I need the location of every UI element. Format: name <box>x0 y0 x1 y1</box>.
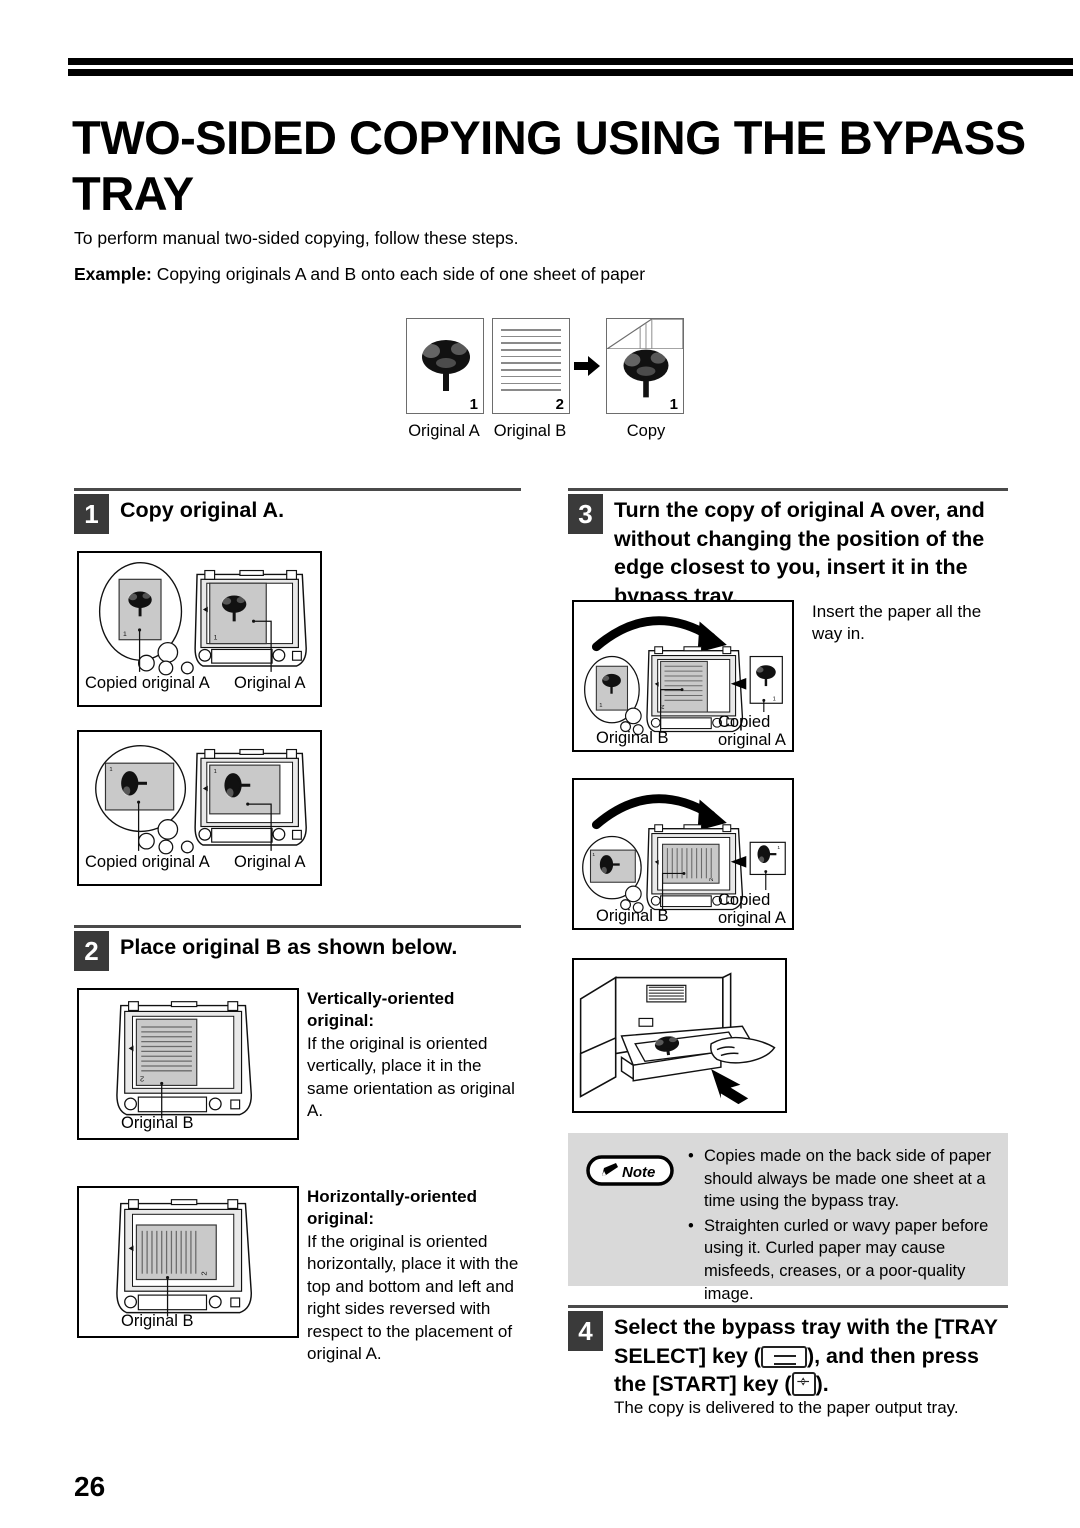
tree-icon <box>422 340 470 391</box>
figure-caption-original-b: Original B <box>121 1312 194 1330</box>
figure-caption-original-b: Original B <box>596 729 669 747</box>
note-item: Straighten curled or wavy paper before u… <box>686 1215 998 1305</box>
figure-caption-copied-original-a: Copied original A <box>85 674 210 692</box>
figure-original-b-vertical: 2 Original B <box>77 988 299 1140</box>
step-rule <box>568 488 1008 491</box>
svg-text:2: 2 <box>661 703 664 709</box>
sheet-corner-number: 1 <box>669 396 678 413</box>
svg-text:1: 1 <box>109 767 112 773</box>
note-badge: Note <box>586 1155 674 1186</box>
tray-select-key-icon <box>760 1345 807 1368</box>
figure-flip-insert-vertical: 1 2 1 Original B Copied original A <box>572 600 794 752</box>
note-box: Note Copies made on the back side of pap… <box>568 1133 1008 1303</box>
svg-text:2: 2 <box>200 1271 209 1275</box>
step-rule <box>568 1305 1008 1308</box>
vertical-original-lead: Vertically-oriented original: <box>307 989 455 1031</box>
figure-caption-original-a: Original A <box>234 853 306 871</box>
diagram-sheet-original-b: 2 <box>492 318 570 414</box>
sheet-corner-number: 1 <box>469 396 478 413</box>
figure-flip-insert-horizontal: 1 2 1 Original B Copied original A <box>572 778 794 930</box>
figure-caption-copied-original-a: Copied original A <box>718 891 786 928</box>
sheet-corner-number: 2 <box>555 396 564 413</box>
diagram-label-copy: Copy <box>626 422 666 440</box>
step-heading-text: Turn the copy of original A over, and wi… <box>614 498 985 608</box>
svg-text:1: 1 <box>214 769 217 775</box>
figure-caption-copied-original-a: Copied original A <box>718 713 786 750</box>
header-rule-bottom <box>68 69 1073 76</box>
svg-text:1: 1 <box>777 845 780 851</box>
start-key-icon <box>791 1372 816 1397</box>
figure-caption-original-a: Original A <box>234 674 306 692</box>
step-number: 2 <box>74 931 109 971</box>
example-text: Copying originals A and B onto each side… <box>156 264 646 284</box>
ruled-lines-art <box>501 329 561 395</box>
figure-caption-original-b: Original B <box>596 907 669 925</box>
step-number: 1 <box>74 494 109 534</box>
figure-bypass-tray-insert <box>572 958 787 1113</box>
svg-text:1: 1 <box>773 696 776 702</box>
figure-caption-original-b: Original B <box>121 1114 194 1132</box>
caption-line-1: Copied <box>718 713 771 731</box>
step-rule <box>74 925 521 928</box>
caption-line-1: Copied <box>718 891 771 909</box>
svg-text:2: 2 <box>709 878 715 881</box>
intro-text: To perform manual two-sided copying, fol… <box>74 228 519 248</box>
horizontal-original-body: If the original is oriented horizontally… <box>307 1231 519 1364</box>
diagram-label-original-b: Original B <box>493 422 567 440</box>
step-2-text-vertical: Vertically-oriented original: If the ori… <box>307 988 522 1123</box>
step-3-side-note: Insert the paper all the way in. <box>812 602 982 644</box>
horizontal-original-lead: Horizontally-oriented original: <box>307 1187 478 1229</box>
bypass-tray-hand-illustration <box>579 972 776 1105</box>
step-number: 3 <box>568 494 603 534</box>
page-number: 26 <box>74 1471 106 1502</box>
note-items: Copies made on the back side of paper sh… <box>686 1145 998 1307</box>
figure-caption-copied-original-a: Copied original A <box>85 853 210 871</box>
step-number: 4 <box>568 1311 603 1351</box>
vertical-original-body: If the original is oriented vertically, … <box>307 1033 515 1121</box>
right-arrow-icon <box>574 356 600 376</box>
figure-copier-horizontal: 1 1 Copied original A Original A <box>77 730 322 886</box>
svg-text:1: 1 <box>592 852 595 858</box>
step-heading-text: Copy original A. <box>120 498 285 522</box>
caption-line-2: original A <box>718 908 786 927</box>
svg-text:1: 1 <box>214 635 218 642</box>
step-2-text-horizontal: Horizontally-oriented original: If the o… <box>307 1186 522 1366</box>
note-item: Copies made on the back side of paper sh… <box>686 1145 998 1213</box>
diagram-sheet-copy: 1 <box>606 318 684 414</box>
start-key-glyph <box>796 1377 809 1386</box>
svg-text:2: 2 <box>140 1075 144 1084</box>
tree-icon <box>623 349 669 398</box>
step-heading-text: Place original B as shown below. <box>120 935 458 959</box>
example-label: Example: <box>74 264 152 284</box>
example-diagram: 1 2 1 Original A Original B Copy <box>398 318 698 446</box>
step-4-heading-part3: ). <box>815 1372 829 1397</box>
diagram-sheet-original-a: 1 <box>406 318 484 414</box>
example-line: Example: Copying originals A and B onto … <box>74 264 645 285</box>
figure-original-b-horizontal: 2 Original B <box>77 1186 299 1338</box>
svg-text:1: 1 <box>123 631 127 638</box>
caption-line-2: original A <box>718 730 786 749</box>
step-heading-text: Select the bypass tray with the [TRAY SE… <box>614 1313 1006 1399</box>
page-title: TWO-SIDED COPYING USING THE BYPASS TRAY <box>72 111 1026 220</box>
step-rule <box>74 488 521 491</box>
manual-page: TWO-SIDED COPYING USING THE BYPASS TRAY … <box>0 0 1080 1528</box>
figure-copier-vertical: 1 1 Copied original A Original A <box>77 551 322 707</box>
header-rule-top <box>68 58 1073 65</box>
svg-text:Note: Note <box>622 1164 655 1181</box>
step-4-result-text: The copy is delivered to the paper outpu… <box>614 1398 959 1417</box>
svg-text:1: 1 <box>599 703 602 709</box>
